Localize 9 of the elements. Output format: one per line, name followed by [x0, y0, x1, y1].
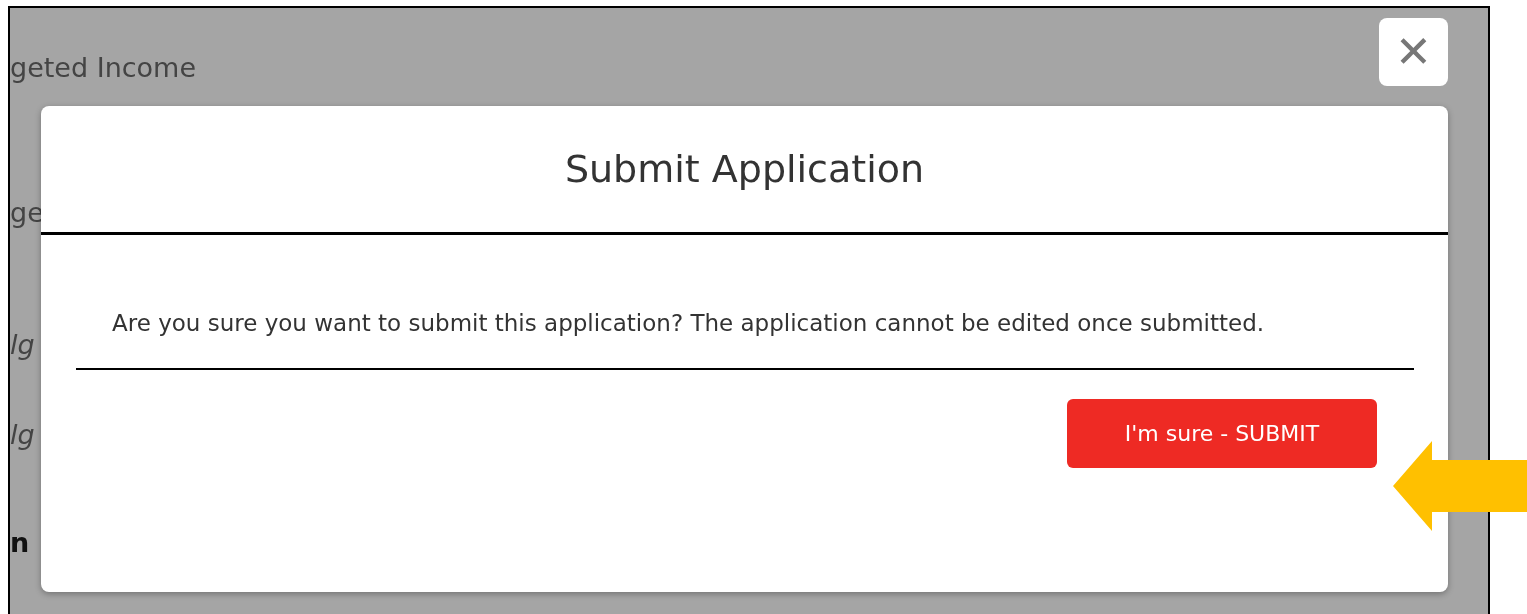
dialog-title: Submit Application: [564, 147, 925, 191]
background-text: lg: [10, 328, 35, 362]
dialog-message: Are you sure you want to submit this application? The application cannot be edited once submitted.: [112, 309, 1266, 338]
submit-button[interactable]: I'm sure - SUBMIT: [1067, 399, 1377, 468]
background-text: geted Income: [10, 51, 197, 85]
background-text: n: [10, 526, 30, 560]
background-text: ge: [10, 196, 44, 230]
background-text: lg: [10, 418, 35, 452]
close-button[interactable]: ✕: [1379, 18, 1448, 86]
